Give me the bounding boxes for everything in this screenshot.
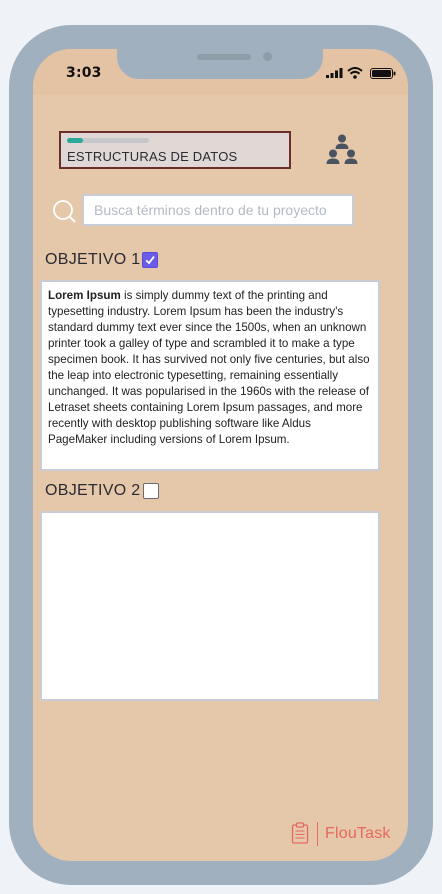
objective-1-text-bold: Lorem Ipsum <box>48 289 121 302</box>
objective-2-label: OBJETIVO 2 <box>45 482 141 499</box>
front-camera <box>263 52 272 61</box>
status-time: 3:03 <box>66 65 102 81</box>
team-hierarchy-icon[interactable] <box>325 133 359 167</box>
objective-2-text <box>42 513 378 525</box>
project-header[interactable]: ESTRUCTURAS DE DATOS <box>59 131 291 169</box>
objective-1-checkbox[interactable] <box>142 252 158 268</box>
signal-icon <box>326 68 343 78</box>
speaker <box>197 54 251 60</box>
checkmark-icon <box>145 256 155 265</box>
camera-notch <box>117 49 323 79</box>
objective-1-text-area[interactable]: Lorem Ipsum is simply dummy text of the … <box>40 280 380 471</box>
search-icon[interactable] <box>51 199 77 225</box>
battery-icon <box>370 68 396 79</box>
clipboard-icon <box>291 822 309 844</box>
objective-1-text-body: is simply dummy text of the printing and… <box>48 289 370 446</box>
search-input[interactable] <box>82 194 354 226</box>
objective-2-checkbox[interactable] <box>143 483 159 499</box>
objective-1-label: OBJETIVO 1 <box>45 251 141 268</box>
app-screen: 3:03 ESTRUCTURAS DE DATOS Busca términos… <box>33 49 408 861</box>
brand-name: FlouTask <box>325 825 391 842</box>
brand-divider <box>317 822 318 846</box>
objective-2-text-area[interactable] <box>40 511 380 701</box>
project-title: ESTRUCTURAS DE DATOS <box>67 149 238 164</box>
project-progress-bar <box>67 138 149 143</box>
wifi-icon <box>347 67 363 79</box>
project-progress-fill <box>67 138 84 143</box>
objective-1-text: Lorem Ipsum is simply dummy text of the … <box>42 282 378 454</box>
